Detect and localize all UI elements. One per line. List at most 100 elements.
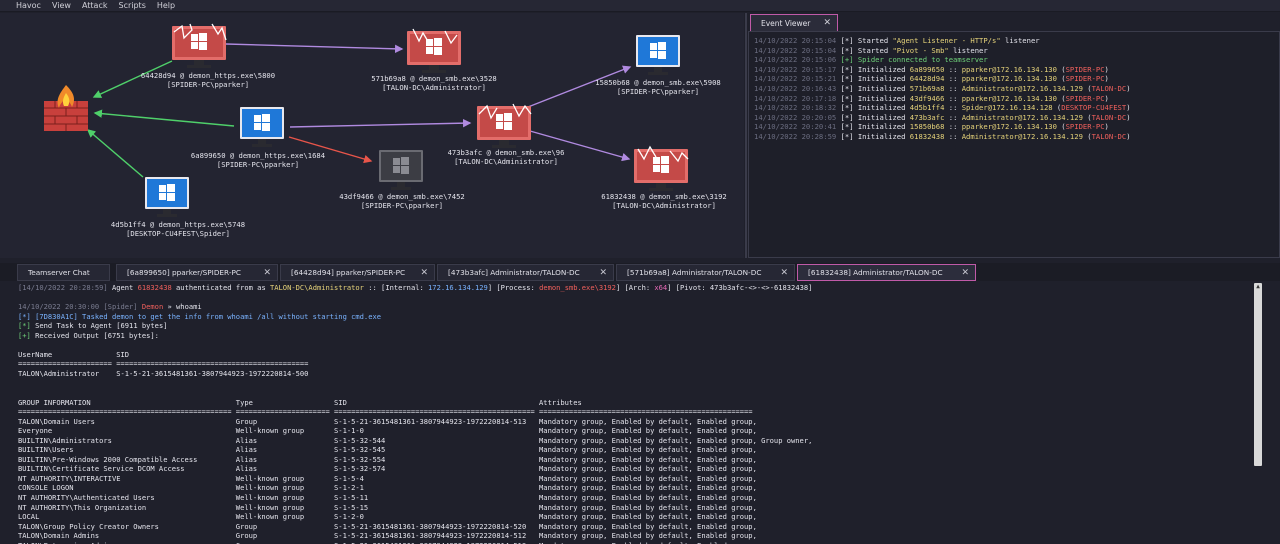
console-text: [14/10/2022 20:28:59] bbox=[18, 283, 112, 292]
event-timestamp: 14/10/2022 20:20:41 bbox=[754, 122, 841, 132]
console-line: ========================================… bbox=[18, 407, 1248, 417]
node-label-61832438[interactable]: 61832438 @ demon_smb.exe\3192 [TALON-DC\… bbox=[601, 192, 727, 210]
event-text: [*] Initialized bbox=[840, 131, 910, 141]
console-text: GROUP INFORMATION Type SID Attributes bbox=[18, 397, 582, 407]
event-text: :: bbox=[944, 64, 962, 74]
console-line: [14/10/2022 20:28:59] Agent 61832438 aut… bbox=[18, 283, 1248, 293]
tab-session-6a899650[interactable]: [6a899650] pparker/SPIDER-PC ✕ bbox=[116, 264, 278, 281]
close-icon[interactable]: ✕ bbox=[780, 268, 788, 278]
event-text: listener bbox=[948, 45, 988, 55]
tab-session-64428d94[interactable]: [64428d94] pparker/SPIDER-PC ✕ bbox=[280, 264, 435, 281]
event-text: :: bbox=[944, 103, 962, 113]
event-text: [+] Spider connected to teamserver bbox=[840, 55, 988, 65]
event-text: ) bbox=[1104, 93, 1109, 103]
close-icon[interactable]: ✕ bbox=[961, 268, 969, 278]
event-text: ( bbox=[1056, 93, 1066, 103]
tab-teamserver-chat[interactable]: Teamserver Chat bbox=[17, 264, 110, 281]
monitor-4d5b1ff4 bbox=[145, 177, 189, 217]
event-text: SPIDER-PC bbox=[1065, 122, 1105, 132]
console-text: TALON\Group Policy Creator Owners Group … bbox=[18, 521, 757, 531]
event-text: [*] Initialized bbox=[840, 83, 910, 93]
node-label-6a899650[interactable]: 6a899650 @ demon_https.exe\1684 [SPIDER-… bbox=[191, 151, 325, 169]
event-text: 571b69a8 bbox=[909, 83, 945, 93]
console-text: authenticated from as bbox=[171, 283, 270, 292]
close-icon[interactable]: ✕ bbox=[420, 268, 428, 278]
event-text: Administrator@172.16.134.129 bbox=[961, 83, 1083, 93]
console-text: BUILTIN\Pre-Windows 2000 Compatible Acce… bbox=[18, 454, 757, 464]
console-line: Everyone Well-known group S-1-1-0 Mandat… bbox=[18, 426, 1248, 436]
console-text: Received Output [6751 bytes]: bbox=[35, 330, 159, 340]
event-timestamp: 14/10/2022 20:17:18 bbox=[754, 93, 841, 103]
close-icon[interactable]: ✕ bbox=[263, 268, 271, 278]
event-text: Administrator@172.16.134.129 bbox=[961, 112, 1083, 122]
tab-session-473b3afc[interactable]: [473b3afc] Administrator/TALON-DC ✕ bbox=[437, 264, 614, 281]
event-text: listener bbox=[1000, 36, 1040, 45]
event-log-line: 14/10/2022 20:16:43 [*] Initialized 571b… bbox=[754, 84, 1274, 94]
console-line: [+] Received Output [6751 bytes]: bbox=[18, 331, 1248, 341]
monitor-473b3afc bbox=[477, 103, 532, 148]
node-label-473b3afc[interactable]: 473b3afc @ demon_smb.exe\96 [TALON-DC\Ad… bbox=[448, 148, 565, 166]
menu-havoc[interactable]: Havoc bbox=[16, 1, 41, 10]
tab-session-61832438[interactable]: [61832438] Administrator/TALON-DC ✕ bbox=[797, 264, 976, 281]
event-text: [*] Initialized bbox=[840, 103, 910, 113]
event-text: SPIDER-PC bbox=[1065, 74, 1105, 84]
event-text: ) bbox=[1104, 122, 1109, 132]
event-text: ( bbox=[1052, 103, 1062, 113]
console-text: [*] [7D830A1C] Tasked demon to get the i… bbox=[18, 311, 382, 321]
console-text: Everyone Well-known group S-1-1-0 Mandat… bbox=[18, 426, 757, 436]
console-text: Agent bbox=[111, 283, 138, 292]
event-log-line: 14/10/2022 20:20:05 [*] Initialized 473b… bbox=[754, 113, 1274, 123]
node-label-4d5b1ff4[interactable]: 4d5b1ff4 @ demon_https.exe\5748 [DESKTOP… bbox=[111, 220, 245, 238]
console-text: NT AUTHORITY\This Organization Well-know… bbox=[18, 502, 757, 512]
event-timestamp: 14/10/2022 20:15:17 bbox=[754, 64, 841, 74]
event-text: 473b3afc bbox=[909, 112, 945, 122]
close-icon[interactable]: ✕ bbox=[823, 18, 831, 28]
console-text: NT AUTHORITY\INTERACTIVE Well-known grou… bbox=[18, 473, 757, 483]
menu-view[interactable]: View bbox=[52, 1, 71, 10]
menu-help[interactable]: Help bbox=[157, 1, 175, 10]
close-icon[interactable]: ✕ bbox=[599, 268, 607, 278]
node-label-15850b68[interactable]: 15850b68 @ demon_smb.exe\5908 [SPIDER-PC… bbox=[595, 78, 721, 96]
console-text: x64 bbox=[654, 283, 668, 292]
console-text: Demon bbox=[141, 302, 164, 312]
event-text: ( bbox=[1082, 131, 1092, 141]
event-text: DESKTOP-CU4FEST bbox=[1061, 103, 1127, 113]
menu-attack[interactable]: Attack bbox=[82, 1, 108, 10]
node-label-571b69a8[interactable]: 571b69a8 @ demon_smb.exe\3528 [TALON-DC\… bbox=[371, 74, 497, 92]
node-label-43df9466[interactable]: 43df9466 @ demon_smb.exe\7452 [SPIDER-PC… bbox=[339, 192, 465, 210]
monitor-43df9466 bbox=[379, 150, 423, 190]
event-text: TALON-DC bbox=[1091, 83, 1127, 93]
event-text: 4d5b1ff4 bbox=[909, 103, 945, 113]
event-text: [*] Initialized bbox=[840, 93, 910, 103]
event-timestamp: 14/10/2022 20:28:59 bbox=[754, 131, 841, 141]
event-text: 15850b68 bbox=[909, 122, 945, 132]
session-graph[interactable]: 64428d94 @ demon_https.exe\5800 [SPIDER-… bbox=[0, 13, 744, 258]
console-scrollbar[interactable] bbox=[1254, 283, 1262, 466]
event-text: pparker@172.16.134.130 bbox=[961, 122, 1057, 132]
event-viewer-log[interactable]: 14/10/2022 20:15:04 [*] Started "Agent L… bbox=[748, 31, 1280, 258]
console-line: LOCAL Well-known group S-1-2-0 Mandatory… bbox=[18, 512, 1248, 522]
link-6a899650-to-teamserver bbox=[93, 109, 235, 127]
event-text: ( bbox=[1056, 64, 1066, 74]
event-text: :: bbox=[944, 83, 962, 93]
event-text: [*] Initialized bbox=[840, 112, 910, 122]
console-text: Send Task to Agent [6911 bytes] bbox=[35, 321, 168, 331]
console-text: NT AUTHORITY\Authenticated Users Well-kn… bbox=[18, 493, 757, 503]
event-text: ) bbox=[1104, 64, 1109, 74]
menu-scripts[interactable]: Scripts bbox=[118, 1, 145, 10]
tab-event-viewer[interactable]: Event Viewer ✕ bbox=[750, 14, 838, 31]
demon-console-output[interactable]: [14/10/2022 20:28:59] Agent 61832438 aut… bbox=[0, 281, 1266, 544]
menu-bar: Havoc View Attack Scripts Help bbox=[0, 0, 1280, 12]
event-text: 64428d94 bbox=[909, 74, 945, 84]
console-text: [+] bbox=[18, 330, 36, 340]
tab-session-571b69a8[interactable]: [571b69a8] Administrator/TALON-DC ✕ bbox=[616, 264, 795, 281]
node-label-64428d94[interactable]: 64428d94 @ demon_https.exe\5800 [SPIDER-… bbox=[141, 71, 275, 89]
event-log-line: 14/10/2022 20:15:04 [*] Started "Pivot -… bbox=[754, 46, 1274, 56]
scroll-up-icon[interactable]: ▲ bbox=[1254, 283, 1262, 291]
event-text: [*] Started bbox=[840, 36, 893, 45]
console-line: [*] [7D830A1C] Tasked demon to get the i… bbox=[18, 312, 1248, 322]
vertical-splitter[interactable] bbox=[745, 13, 747, 258]
